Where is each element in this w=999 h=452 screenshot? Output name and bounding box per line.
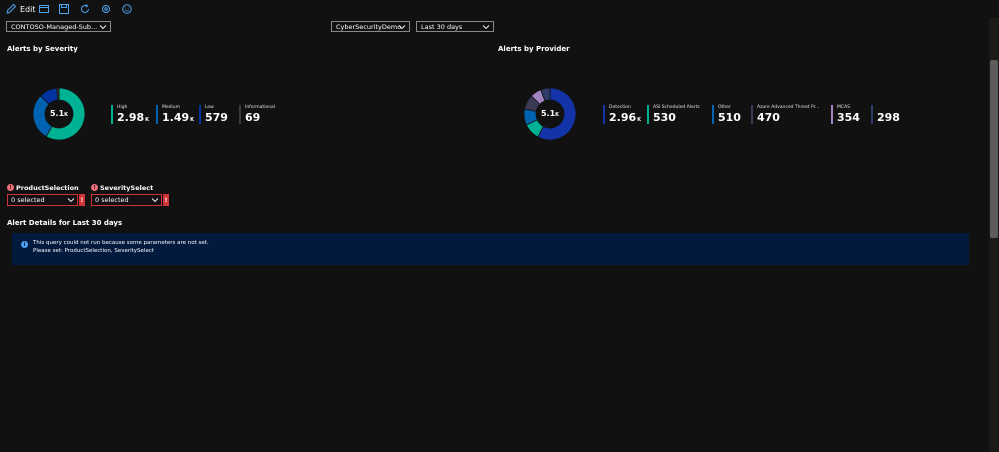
- severity-total: 5.1K: [33, 109, 85, 118]
- chevron-down-icon: [151, 198, 159, 203]
- settings-button[interactable]: [100, 2, 112, 16]
- edit-icon: [6, 3, 17, 14]
- legend-value: 2.96K: [609, 111, 641, 124]
- refresh-icon: [81, 4, 89, 13]
- legend-color-swatch: [239, 105, 241, 124]
- error-icon: !: [7, 184, 14, 191]
- legend-color-swatch: [111, 105, 113, 124]
- legend-value: 2.98K: [117, 111, 149, 124]
- legend-value-number: 69: [245, 111, 261, 124]
- severity-select-label: ! SeveritySelect: [91, 183, 153, 192]
- settings-icon: [102, 5, 110, 13]
- legend-color-swatch: [751, 105, 753, 124]
- chevron-down-icon: [67, 198, 75, 203]
- severity-chart-title: Alerts by Severity: [7, 45, 78, 53]
- provider-total-unit: K: [555, 112, 560, 118]
- subscription-dropdown[interactable]: CONTOSO-Managed-Sub...: [6, 21, 111, 32]
- product-selection-error-badge: !: [79, 194, 85, 206]
- legend-value-number: 1.49: [162, 111, 190, 124]
- legend-value-number: 354: [837, 111, 860, 124]
- legend-value-unit: K: [637, 117, 642, 123]
- legend-color-swatch: [603, 105, 605, 124]
- product-selection-label: ! ProductSelection: [7, 183, 79, 192]
- legend-label: Medium: [162, 105, 180, 110]
- save-button[interactable]: [58, 2, 70, 16]
- product-selection-value: 0 selected: [11, 196, 45, 204]
- legend-label: Detection: [609, 105, 631, 110]
- legend-color-swatch: [156, 105, 158, 124]
- time-range-dropdown[interactable]: Last 30 days: [416, 21, 494, 32]
- toolbar: Edit: [0, 0, 999, 18]
- legend-value-number: 2.98: [117, 111, 145, 124]
- query-info-message: i This query could not run because some …: [12, 233, 969, 265]
- feedback-button[interactable]: [121, 2, 133, 16]
- legend-value: 354: [837, 111, 860, 124]
- legend-value-number: 530: [653, 111, 676, 124]
- legend-color-swatch: [199, 105, 201, 124]
- info-message-line2: Please set: ProductSelection, SeveritySe…: [33, 248, 155, 254]
- chevron-down-icon: [482, 25, 490, 30]
- save-icon: [59, 4, 69, 14]
- legend-color-swatch: [647, 105, 649, 124]
- provider-total-value: 5.1: [540, 109, 556, 118]
- workspace-dropdown[interactable]: CyberSecurityDemo: [331, 21, 410, 32]
- legend-value: 1.49K: [162, 111, 194, 124]
- product-selection-label-text: ProductSelection: [16, 183, 79, 192]
- legend-color-swatch: [831, 105, 833, 124]
- legend-value-number: 579: [205, 111, 228, 124]
- legend-value-number: 298: [877, 111, 900, 124]
- legend-value: 298: [877, 111, 900, 124]
- legend-value-unit: K: [145, 117, 150, 123]
- feedback-icon: [122, 4, 132, 14]
- open-icon: [39, 5, 49, 13]
- legend-color-swatch: [871, 105, 873, 124]
- severity-select-label-text: SeveritySelect: [100, 183, 154, 192]
- legend-value: 510: [718, 111, 741, 124]
- provider-total: 5.1K: [524, 109, 576, 118]
- severity-total-value: 5.1: [49, 109, 65, 118]
- legend-label: High: [117, 105, 128, 110]
- legend-value-number: 2.96: [609, 111, 637, 124]
- legend-label: Low: [205, 105, 214, 110]
- info-message-line1: This query could not run because some pa…: [33, 240, 209, 246]
- time-range-value: Last 30 days: [421, 22, 463, 31]
- legend-value-number: 470: [757, 111, 780, 124]
- legend-label: ASI Scheduled Alerts: [653, 105, 700, 110]
- edit-button[interactable]: Edit: [5, 2, 36, 16]
- legend-color-swatch: [712, 105, 714, 124]
- open-button[interactable]: [38, 2, 50, 16]
- legend-label: Informational: [245, 105, 276, 110]
- legend-value: 579: [205, 111, 228, 124]
- legend-value-unit: K: [190, 117, 195, 123]
- legend-label: MCAS: [837, 105, 850, 110]
- legend-value: 530: [653, 111, 676, 124]
- provider-chart-title: Alerts by Provider: [498, 45, 570, 53]
- chevron-down-icon: [398, 25, 406, 30]
- refresh-button[interactable]: [79, 2, 91, 16]
- workspace-value: CyberSecurityDemo: [336, 22, 402, 31]
- severity-total-unit: K: [64, 112, 69, 118]
- chevron-down-icon: [99, 25, 107, 30]
- severity-select-value: 0 selected: [95, 196, 129, 204]
- legend-value: 69: [245, 111, 260, 124]
- scrollbar-thumb[interactable]: [990, 60, 998, 238]
- product-selection-dropdown[interactable]: 0 selected: [7, 194, 78, 206]
- info-icon: i: [21, 241, 28, 248]
- error-icon: !: [91, 184, 98, 191]
- edit-label: Edit: [20, 4, 36, 14]
- legend-label: Other: [718, 105, 731, 110]
- legend-label: Azure Advanced Threat Pr...: [757, 105, 820, 110]
- legend-value-number: 510: [718, 111, 741, 124]
- legend-value: 470: [757, 111, 780, 124]
- severity-select-dropdown[interactable]: 0 selected: [91, 194, 162, 206]
- severity-select-error-badge: !: [163, 194, 169, 206]
- alert-details-title: Alert Details for Last 30 days: [7, 219, 123, 227]
- subscription-value: CONTOSO-Managed-Sub...: [11, 22, 98, 31]
